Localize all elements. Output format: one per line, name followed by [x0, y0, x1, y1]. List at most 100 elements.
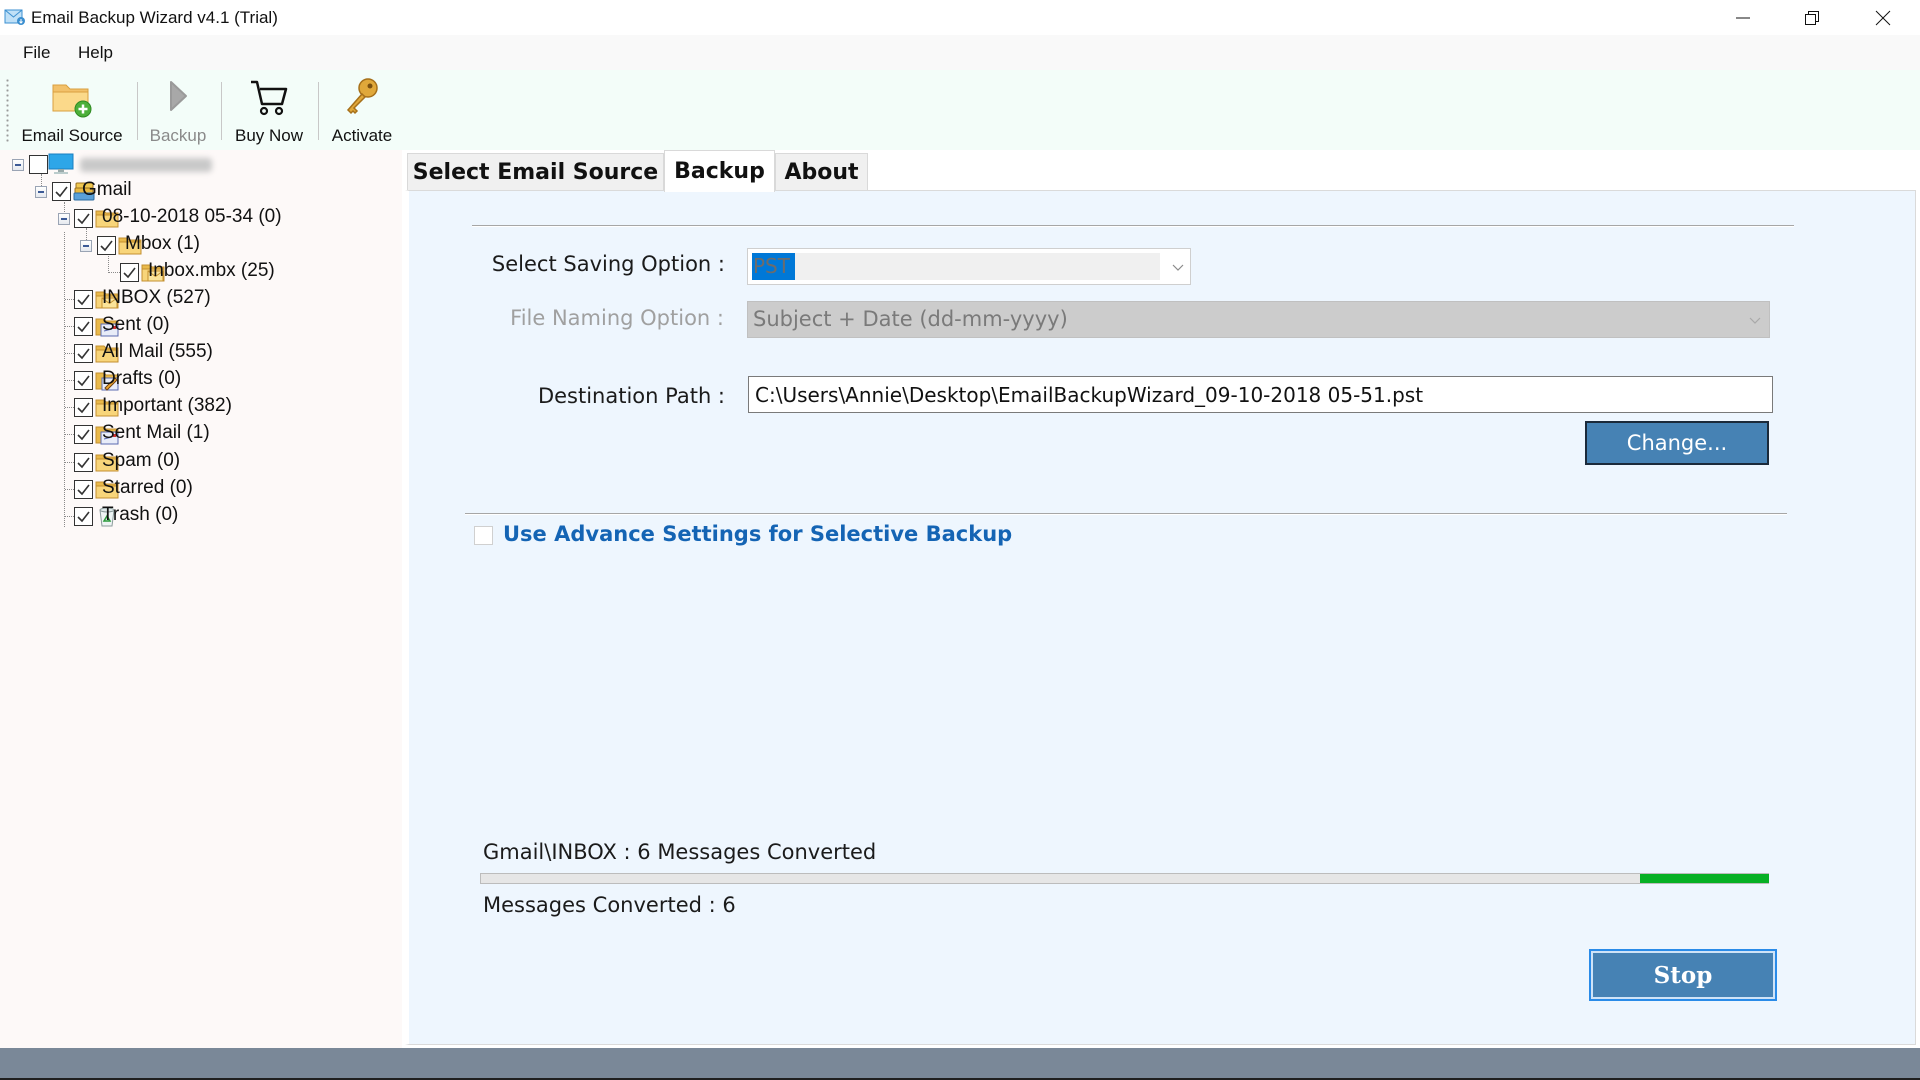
tree-connector [65, 299, 74, 300]
tree-checkbox[interactable] [120, 263, 139, 282]
collapse-toggle[interactable] [80, 240, 92, 252]
tree-node-label: Inbox.mbx (25) [148, 260, 275, 281]
restore-button[interactable] [1777, 0, 1847, 35]
status-bar [0, 1048, 1920, 1078]
tree-node-label: All Mail (555) [102, 341, 213, 362]
backup-button[interactable]: Backup [146, 72, 210, 148]
minimize-icon [1736, 17, 1750, 18]
email-source-label: Email Source [21, 126, 123, 145]
destination-path-label: Destination Path : [537, 384, 725, 408]
tab-select-email-source[interactable]: Select Email Source [407, 153, 664, 191]
tree-node-label: Gmail [82, 179, 132, 200]
tree-connector [65, 326, 74, 327]
root-node-label[interactable] [80, 158, 212, 172]
tree-connector [65, 380, 74, 381]
tree-node-label: INBOX (527) [102, 287, 211, 308]
messages-converted-status: Messages Converted : 6 [483, 893, 736, 917]
chevron-down-icon[interactable] [1171, 261, 1185, 275]
toolbar-separator [221, 82, 222, 140]
computer-icon [48, 153, 74, 174]
play-icon [170, 81, 187, 111]
tree-node[interactable]: Important (382) [0, 394, 400, 420]
tree-node[interactable]: Trash (0) [0, 503, 400, 529]
toolbar-separator [318, 82, 319, 140]
tree-node-label: Important (382) [102, 395, 232, 416]
tree-node-label: 08-10-2018 05-34 (0) [102, 206, 282, 227]
restore-icon [1805, 10, 1819, 25]
saving-option-label: Select Saving Option : [491, 252, 725, 276]
tree-node[interactable]: INBOX (527) [0, 286, 400, 312]
tree-connector [65, 407, 74, 408]
toolbar-grip[interactable] [6, 78, 9, 142]
advance-settings-checkbox[interactable] [474, 526, 493, 545]
window-title: Email Backup Wizard v4.1 (Trial) [31, 8, 278, 27]
tree-node[interactable]: 08-10-2018 05-34 (0) [0, 205, 400, 231]
collapse-toggle[interactable] [58, 213, 70, 225]
tree-checkbox[interactable] [74, 209, 93, 228]
tree-node[interactable]: Drafts (0) [0, 367, 400, 393]
tree-checkbox[interactable] [52, 182, 71, 201]
tree-node[interactable]: Mbox (1) [0, 232, 400, 258]
tree-checkbox[interactable] [74, 344, 93, 363]
tree-checkbox[interactable] [74, 425, 93, 444]
buy-now-button[interactable]: Buy Now [230, 72, 308, 148]
collapse-toggle[interactable] [12, 159, 24, 171]
tree-node[interactable]: Starred (0) [0, 476, 400, 502]
app-icon [4, 8, 26, 26]
tree-node-label: Drafts (0) [102, 368, 182, 389]
folder-tree: Gmail 08-10-2018 05-34 (0) Mbox (1) Inbox.m… [0, 150, 402, 1048]
activate-button[interactable]: Activate [326, 72, 398, 148]
tree-node-label: Mbox (1) [125, 233, 200, 254]
tree-node-label: Sent (0) [102, 314, 170, 335]
tree-checkbox[interactable] [74, 371, 93, 390]
current-folder-status: Gmail\INBOX : 6 Messages Converted [483, 840, 877, 864]
tree-node[interactable]: Inbox.mbx (25) [0, 259, 400, 285]
tree-checkbox-root[interactable] [29, 155, 48, 174]
collapse-toggle[interactable] [35, 186, 47, 198]
progress-bar [480, 873, 1769, 884]
tree-checkbox[interactable] [74, 290, 93, 309]
email-source-button[interactable]: Email Source [18, 72, 126, 148]
saving-option-select[interactable]: PST [747, 248, 1191, 285]
toolbar: Email Source Backup Buy Now Activate [0, 70, 1920, 150]
cart-icon [251, 80, 288, 116]
progress-fill [1640, 874, 1769, 883]
tree-connector [65, 516, 74, 517]
menu-bar: File Help [0, 35, 1920, 70]
tree-node-label: Starred (0) [102, 477, 193, 498]
menu-file[interactable]: File [23, 43, 50, 63]
tree-checkbox[interactable] [74, 317, 93, 336]
tree-checkbox[interactable] [74, 507, 93, 526]
tree-checkbox[interactable] [74, 398, 93, 417]
title-bar: Email Backup Wizard v4.1 (Trial) [0, 0, 1920, 35]
minimize-button[interactable] [1708, 0, 1778, 35]
toolbar-separator [137, 82, 138, 140]
menu-help[interactable]: Help [78, 43, 113, 63]
tree-connector [65, 434, 74, 435]
folder-add-icon [52, 84, 92, 118]
section-divider [465, 513, 1787, 515]
key-icon [346, 78, 378, 115]
tree-node[interactable]: Sent (0) [0, 313, 400, 339]
activate-label: Activate [331, 126, 393, 145]
close-button[interactable] [1848, 0, 1918, 35]
buy-now-label: Buy Now [234, 126, 304, 145]
stop-button[interactable]: Stop [1589, 949, 1777, 1001]
tree-node[interactable]: Sent Mail (1) [0, 421, 400, 447]
tree-checkbox[interactable] [74, 453, 93, 472]
tab-about[interactable]: About [775, 153, 868, 191]
tree-checkbox[interactable] [97, 236, 116, 255]
tree-node[interactable]: Spam (0) [0, 449, 400, 475]
tree-node-label: Spam (0) [102, 450, 181, 471]
tree-checkbox[interactable] [74, 480, 93, 499]
change-button[interactable]: Change... [1585, 421, 1769, 465]
destination-path-input[interactable] [748, 376, 1773, 413]
tree-node[interactable]: Gmail [0, 178, 400, 204]
file-naming-select: Subject + Date (dd-mm-yyyy) [747, 301, 1770, 338]
chevron-down-icon [1749, 317, 1761, 324]
tab-backup[interactable]: Backup [664, 150, 775, 192]
advance-settings-label[interactable]: Use Advance Settings for Selective Backu… [503, 522, 1012, 546]
tree-node-label: Sent Mail (1) [102, 422, 210, 443]
tree-connector [65, 462, 74, 463]
tree-node[interactable]: All Mail (555) [0, 340, 400, 366]
